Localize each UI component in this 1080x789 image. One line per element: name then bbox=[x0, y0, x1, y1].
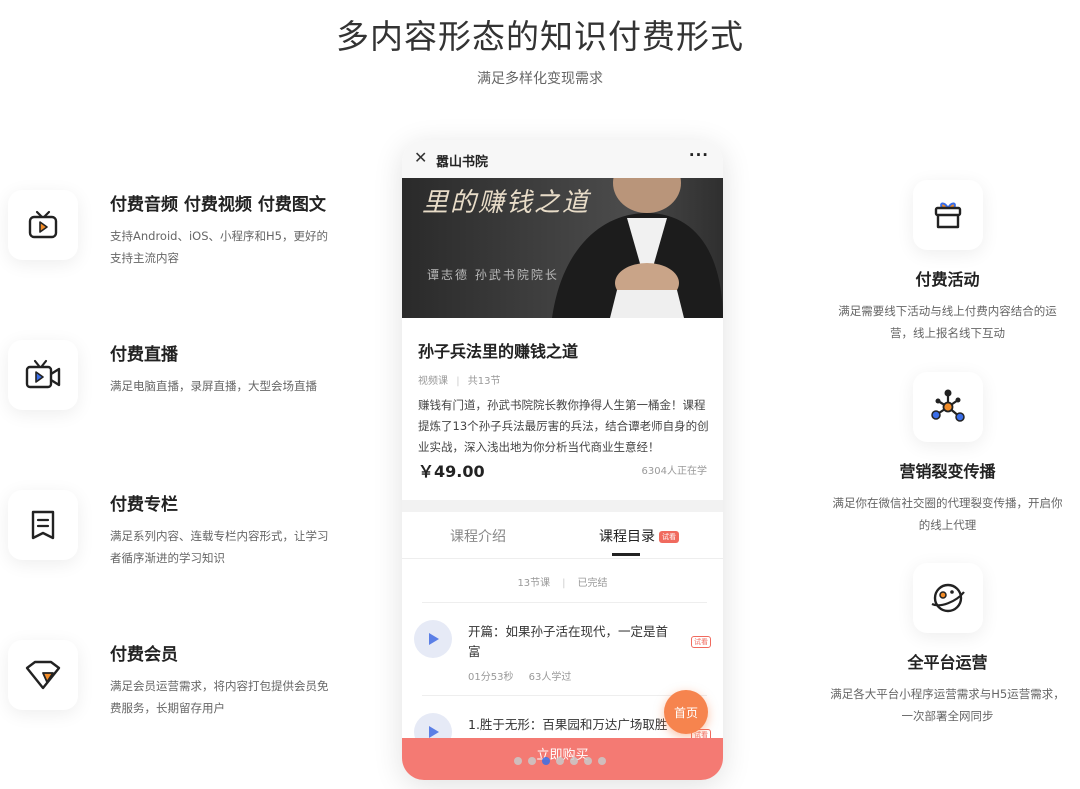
tab-divider bbox=[402, 558, 723, 559]
feature-title: 全平台运营 bbox=[907, 653, 988, 672]
course-price: ￥49.00 bbox=[418, 462, 485, 481]
feature-member: 付费会员 满足会员运营需求，将内容打包提供会员免费服务，长期留存用户 bbox=[8, 640, 338, 730]
stats-divider bbox=[422, 602, 707, 603]
catalog-stats: 13节课 | 已完结 bbox=[517, 578, 608, 589]
app-title: 嚣山书院 bbox=[436, 155, 489, 170]
phone-nav-bar: ✕ 嚣山书院 ··· bbox=[402, 140, 723, 178]
network-icon bbox=[912, 372, 983, 442]
feature-viral: 营销裂变传播 满足你在微信社交圈的代理裂变传播，开启你的线上代理 bbox=[830, 372, 1065, 536]
course-banner: 里的赚钱之道 谭志德 孙武书院院长 bbox=[402, 178, 723, 318]
carousel-dot[interactable] bbox=[598, 757, 606, 765]
feature-desc: 满足会员运营需求，将内容打包提供会员免费服务，长期留存用户 bbox=[110, 679, 329, 715]
lesson-title: 1.胜于无形：百果园和万达广场取胜 bbox=[468, 717, 668, 732]
banner-subtitle: 谭志德 孙武书院院长 bbox=[427, 268, 559, 282]
lesson-total: 13节课 bbox=[517, 578, 551, 589]
tab-catalog-label: 课程目录 bbox=[599, 529, 655, 545]
carousel-dot[interactable] bbox=[514, 757, 522, 765]
diamond-icon bbox=[8, 640, 78, 710]
carousel-dot[interactable] bbox=[556, 757, 564, 765]
lesson-trial-badge: 试看 bbox=[691, 636, 711, 648]
meta-count: 共13节 bbox=[467, 376, 501, 387]
carousel-dot[interactable] bbox=[584, 757, 592, 765]
carousel-dots bbox=[514, 757, 614, 765]
course-title: 孙子兵法里的赚钱之道 bbox=[418, 342, 579, 361]
lesson-divider bbox=[422, 695, 707, 696]
lesson-learners: 63人学过 bbox=[528, 672, 572, 683]
feature-platform: 全平台运营 满足各大平台小程序运营需求与H5运营需求，一次部署全网同步 bbox=[830, 563, 1065, 727]
feature-title: 付费活动 bbox=[915, 270, 980, 289]
trial-badge: 试看 bbox=[659, 531, 679, 543]
feature-title: 付费直播 bbox=[110, 345, 178, 365]
lesson-meta: 01分53秒 63人学过 bbox=[468, 668, 571, 683]
lesson-duration: 01分53秒 bbox=[468, 672, 514, 683]
feature-audio-video: 付费音频 付费视频 付费图文 支持Android、iOS、小程序和H5，更好的支… bbox=[8, 190, 338, 280]
page-subtitle: 满足多样化变现需求 bbox=[477, 71, 603, 87]
active-tab-indicator bbox=[612, 553, 640, 556]
feature-desc: 满足电脑直播，录屏直播，大型会场直播 bbox=[110, 379, 317, 393]
tab-catalog[interactable]: 课程目录 试看 bbox=[599, 526, 679, 546]
learner-count: 6304人正在学 bbox=[641, 466, 707, 477]
column-book-icon bbox=[8, 490, 78, 560]
meta-type: 视频课 bbox=[418, 376, 448, 387]
feature-title: 付费音频 付费视频 付费图文 bbox=[110, 195, 326, 215]
gift-icon bbox=[912, 180, 983, 250]
more-icon[interactable]: ··· bbox=[689, 146, 709, 164]
feature-desc: 满足你在微信社交圈的代理裂变传播，开启你的线上代理 bbox=[832, 496, 1063, 532]
feature-title: 付费会员 bbox=[110, 645, 178, 665]
feature-desc: 满足需要线下活动与线上付费内容结合的运营，线上报名线下互动 bbox=[838, 304, 1057, 340]
feature-desc: 满足各大平台小程序运营需求与H5运营需求，一次部署全网同步 bbox=[830, 687, 1065, 723]
video-camera-icon bbox=[8, 340, 78, 410]
tab-intro[interactable]: 课程介绍 bbox=[450, 526, 506, 546]
home-button[interactable]: 首页 bbox=[664, 690, 708, 734]
phone-mockup: ✕ 嚣山书院 ··· 里的赚钱之道 谭志德 孙武书院院长 孙子兵法里的赚钱之道 … bbox=[402, 140, 723, 780]
course-description: 赚钱有门道，孙武书院院长教你挣得人生第一桶金！课程提炼了13个孙子兵法最厉害的兵… bbox=[418, 398, 709, 454]
feature-title: 营销裂变传播 bbox=[899, 462, 996, 481]
carousel-dot[interactable] bbox=[570, 757, 578, 765]
feature-activity: 付费活动 满足需要线下活动与线上付费内容结合的运营，线上报名线下互动 bbox=[830, 180, 1065, 344]
page-title: 多内容形态的知识付费形式 bbox=[336, 17, 744, 56]
play-icon[interactable] bbox=[414, 620, 452, 658]
planet-icon bbox=[912, 563, 983, 633]
carousel-dot[interactable] bbox=[528, 757, 536, 765]
course-meta: 视频课 | 共13节 bbox=[418, 376, 501, 387]
feature-title: 付费专栏 bbox=[110, 495, 178, 515]
carousel-dot-active[interactable] bbox=[542, 757, 550, 765]
banner-title: 里的赚钱之道 bbox=[422, 188, 591, 218]
feature-live: 付费直播 满足电脑直播，录屏直播，大型会场直播 bbox=[8, 340, 338, 430]
course-status: 已完结 bbox=[577, 578, 608, 589]
feature-desc: 满足系列内容、连载专栏内容形式，让学习者循序渐进的学习知识 bbox=[110, 529, 329, 565]
close-icon[interactable]: ✕ bbox=[414, 148, 427, 167]
lesson-title: 开篇：如果孙子活在现代，一定是首富 bbox=[468, 624, 669, 659]
feature-column: 付费专栏 满足系列内容、连载专栏内容形式，让学习者循序渐进的学习知识 bbox=[8, 490, 338, 580]
tv-play-icon bbox=[8, 190, 78, 260]
section-separator bbox=[402, 500, 723, 512]
feature-desc: 支持Android、iOS、小程序和H5，更好的支持主流内容 bbox=[110, 229, 328, 265]
